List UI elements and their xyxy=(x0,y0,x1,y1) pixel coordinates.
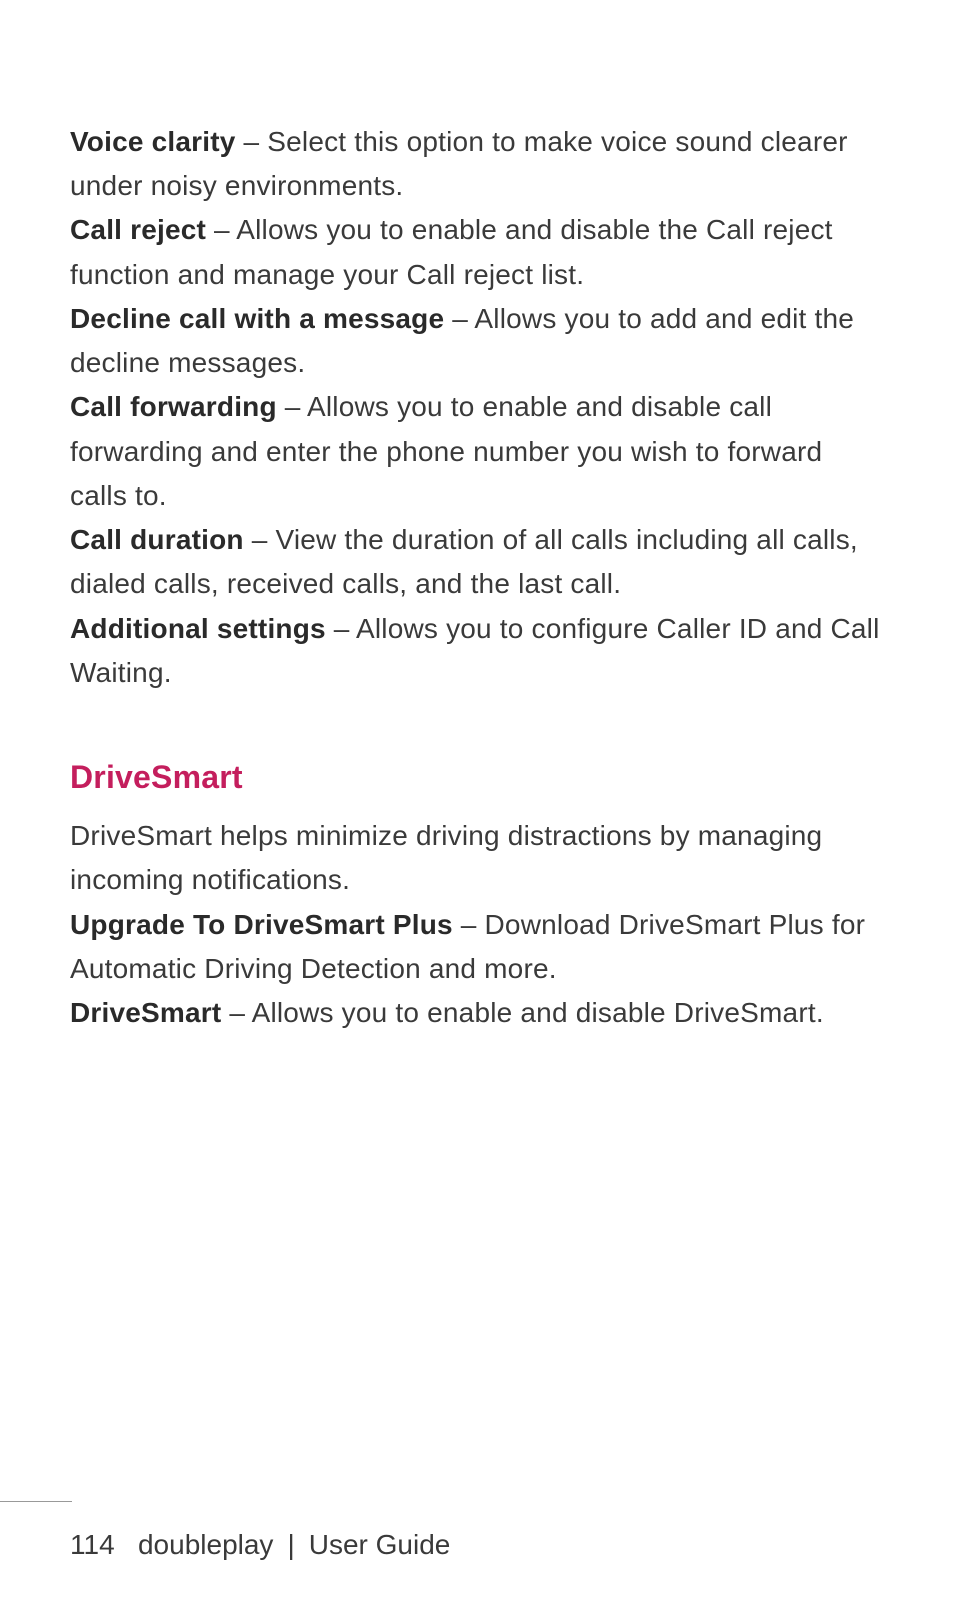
entry-desc: – Allows you to enable and disable Drive… xyxy=(221,997,823,1028)
page-footer: 114 doubleplay | User Guide xyxy=(0,1529,954,1561)
footer-text: 114 doubleplay | User Guide xyxy=(70,1529,954,1561)
footer-divider-line xyxy=(0,1501,72,1502)
entry-additional-settings: Additional settings – Allows you to conf… xyxy=(70,607,884,695)
section-heading-drivesmart: DriveSmart xyxy=(70,759,884,796)
entry-voice-clarity: Voice clarity – Select this option to ma… xyxy=(70,120,884,208)
entry-term: Call duration xyxy=(70,524,244,555)
page-number: 114 xyxy=(70,1529,115,1560)
entry-term: Upgrade To DriveSmart Plus xyxy=(70,909,453,940)
entry-call-forwarding: Call forwarding – Allows you to enable a… xyxy=(70,385,884,518)
entry-upgrade-drivesmart-plus: Upgrade To DriveSmart Plus – Download Dr… xyxy=(70,903,884,991)
entry-term: Additional settings xyxy=(70,613,326,644)
entry-drivesmart: DriveSmart – Allows you to enable and di… xyxy=(70,991,884,1035)
entry-decline-call-with-message: Decline call with a message – Allows you… xyxy=(70,297,884,385)
entry-term: DriveSmart xyxy=(70,997,221,1028)
footer-divider: | xyxy=(287,1529,294,1560)
footer-product: doubleplay xyxy=(138,1529,273,1560)
entry-call-reject: Call reject – Allows you to enable and d… xyxy=(70,208,884,296)
entry-call-duration: Call duration – View the duration of all… xyxy=(70,518,884,606)
entry-term: Voice clarity xyxy=(70,126,236,157)
entry-term: Call forwarding xyxy=(70,391,277,422)
page-content: Voice clarity – Select this option to ma… xyxy=(0,0,954,1035)
section-intro: DriveSmart helps minimize driving distra… xyxy=(70,814,884,902)
footer-title: User Guide xyxy=(309,1529,451,1560)
entry-term: Decline call with a message xyxy=(70,303,444,334)
entry-term: Call reject xyxy=(70,214,206,245)
